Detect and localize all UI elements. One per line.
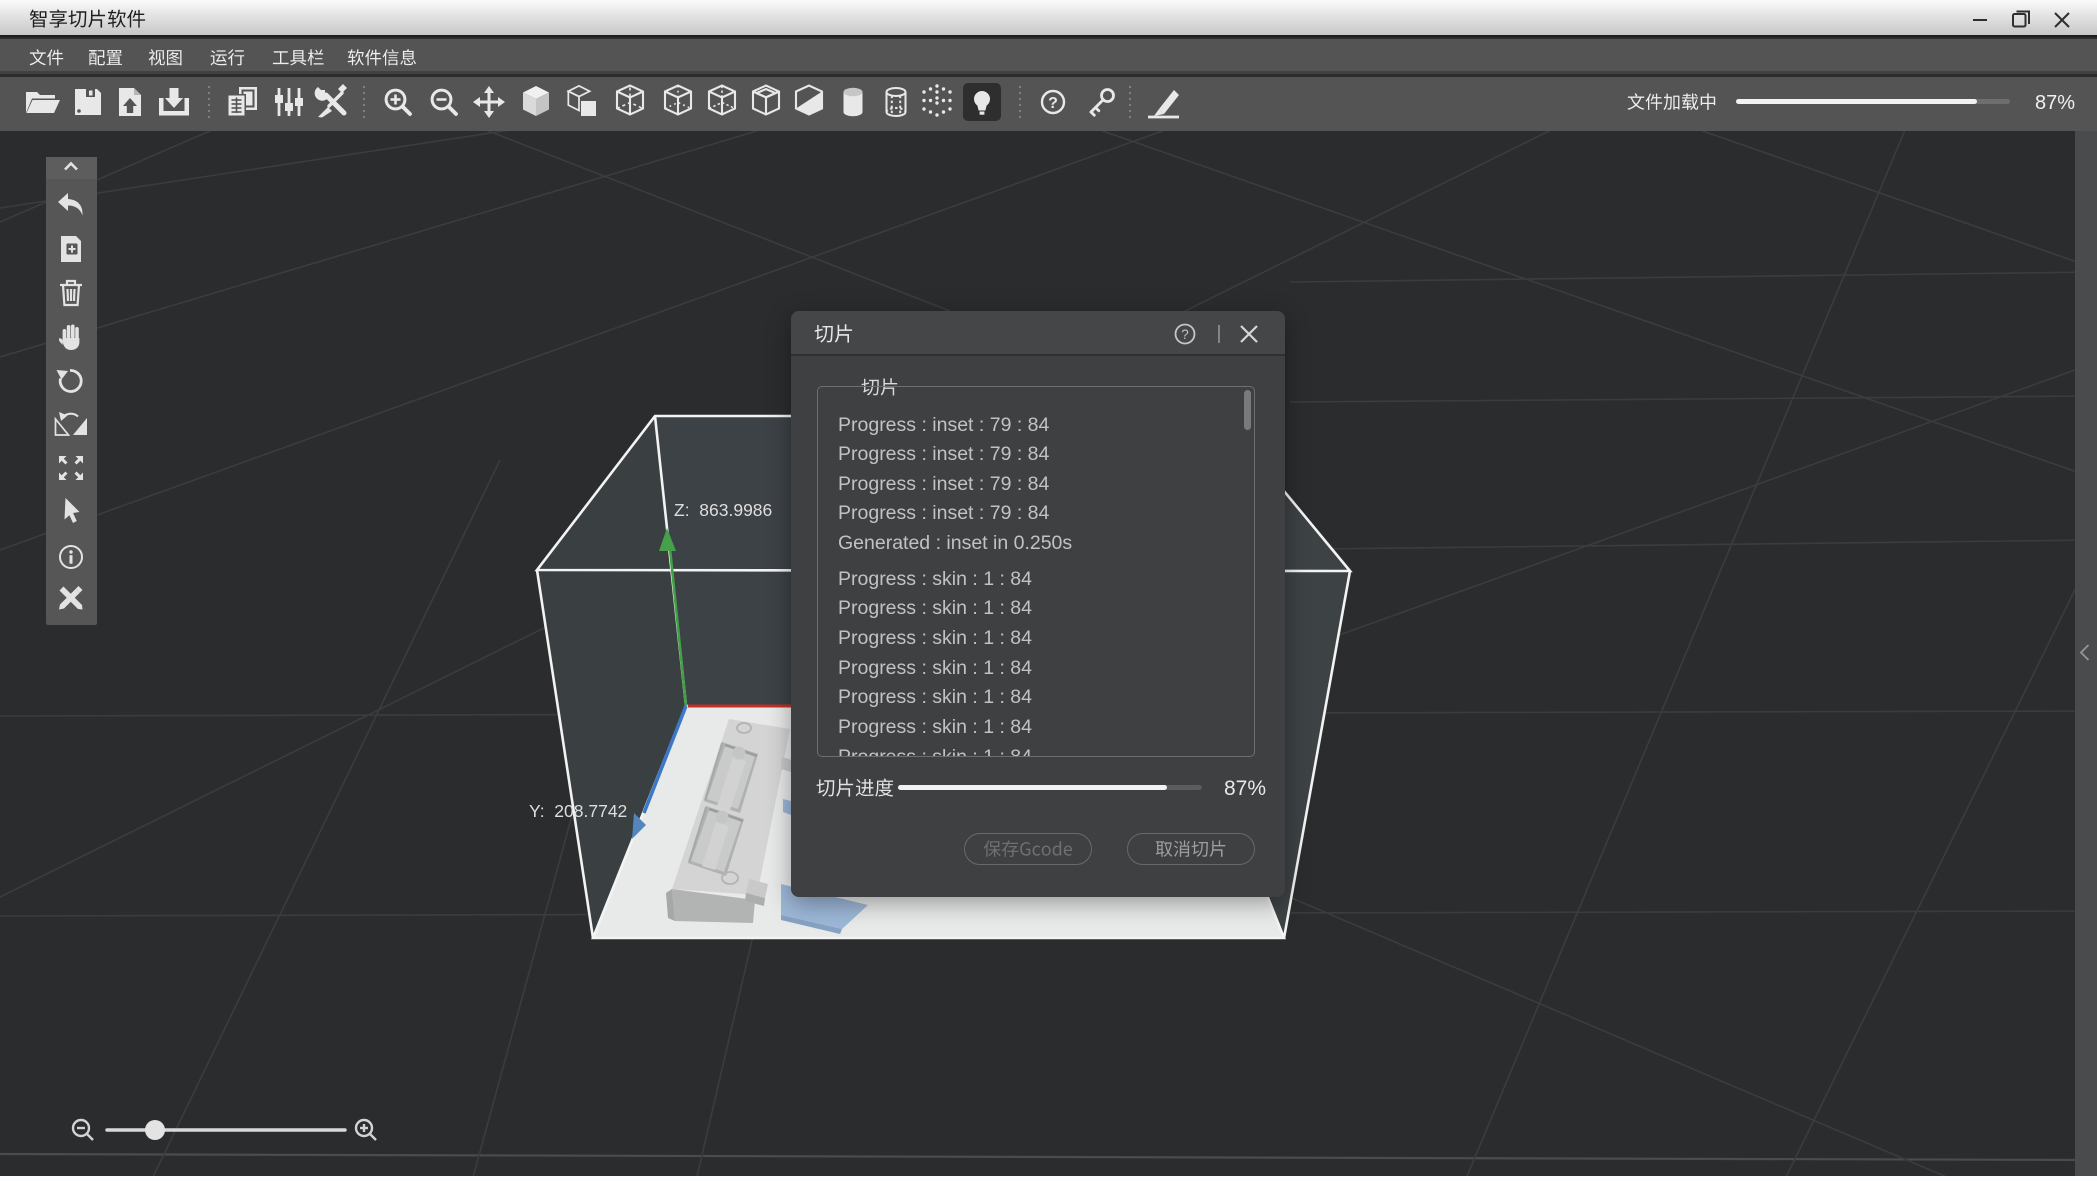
svg-text:87%: 87%	[2035, 92, 2075, 114]
svg-text:?: ?	[1181, 327, 1189, 342]
svg-text:Y: 208.7742: Y: 208.7742	[529, 801, 627, 821]
svg-text:?: ?	[1048, 95, 1058, 112]
svg-text:Z: 863.9986: Z: 863.9986	[674, 500, 772, 520]
svg-text:87%: 87%	[1224, 777, 1266, 800]
